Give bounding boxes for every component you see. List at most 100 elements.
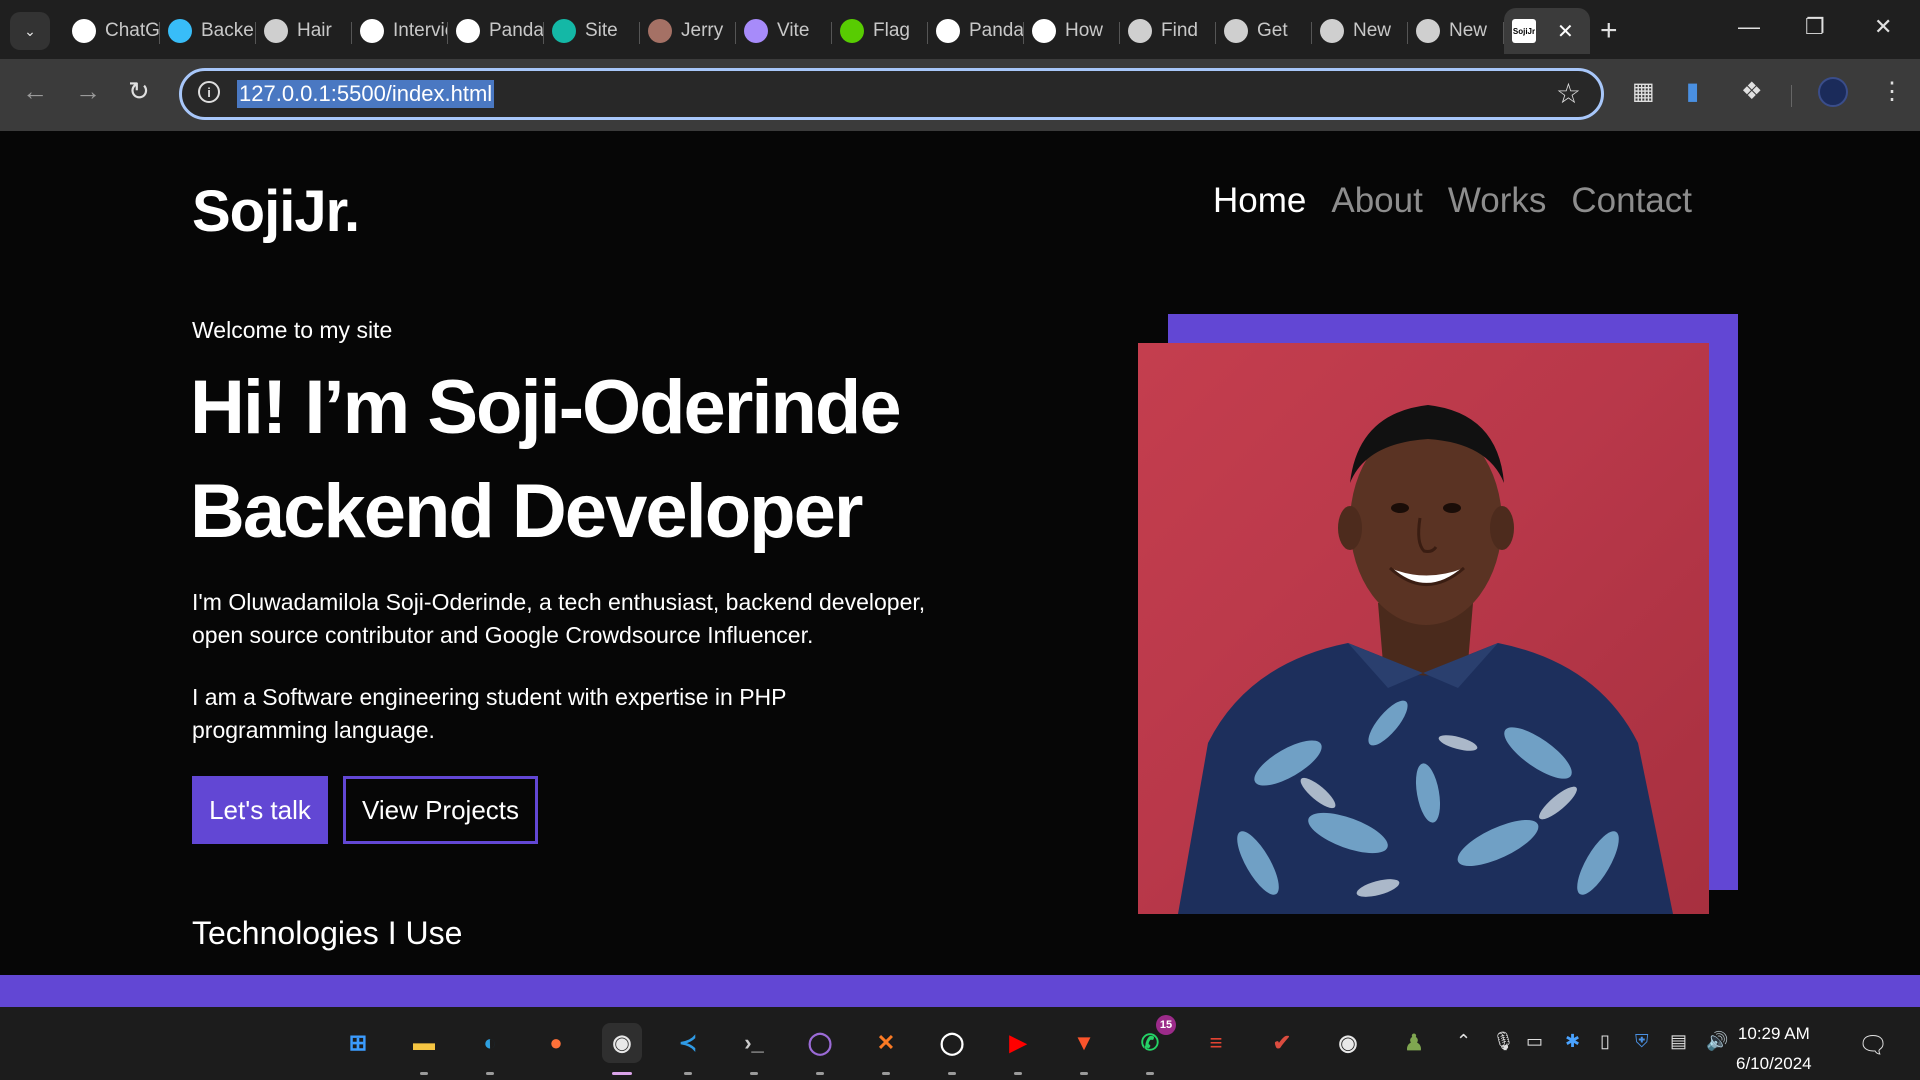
chrome-alt-icon[interactable]: ◉ [1328,1023,1368,1063]
menu-dots-icon[interactable]: ⋮ [1880,77,1904,106]
new-tab-button[interactable]: + [1600,14,1618,48]
github-desktop-icon[interactable]: ◯ [800,1023,840,1075]
reload-icon[interactable]: ↻ [128,76,150,107]
browser-tab[interactable]: Panda [928,8,1024,54]
medium-m-icon [360,19,384,43]
tab-title: Hair [297,20,332,41]
view-projects-button[interactable]: View Projects [343,776,538,844]
windows-start-icon[interactable]: ⊞ [338,1023,378,1063]
tasks-icon[interactable]: ✔ [1262,1023,1302,1063]
volume-icon[interactable]: 🔊 [1706,1031,1728,1052]
chevron-down-icon: ⌄ [24,22,36,39]
tab-title: ChatGPT [105,20,160,41]
intro-paragraph: I'm Oluwadamilola Soji-Oderinde, a tech … [192,589,926,648]
back-icon[interactable]: ← [22,76,48,107]
tab-close-icon[interactable]: ✕ [1557,19,1574,44]
running-indicator [1014,1072,1022,1075]
app-glyph: ♟ [1404,1030,1424,1055]
browser-tab[interactable]: New [1312,8,1408,54]
tab-title: How [1065,20,1104,41]
usb-icon[interactable]: ▯ [1600,1031,1610,1052]
app-glyph: ▶ [1009,1030,1027,1055]
brave-icon[interactable]: ▼ [1064,1023,1104,1075]
student-paragraph: I am a Software engineering student with… [192,684,787,743]
bluetooth-icon[interactable]: ✱ [1565,1031,1580,1052]
site-logo[interactable]: SojiJr. [192,178,360,245]
notification-badge: 15 [1156,1015,1176,1035]
photo-icon [648,19,672,43]
network-icon[interactable]: ▤ [1670,1031,1687,1052]
microphone-icon[interactable]: 🎙 [1492,1031,1515,1052]
reading-list-icon[interactable]: ▮ [1686,77,1699,106]
todoist-icon[interactable]: ≡ [1196,1023,1236,1063]
lets-talk-button[interactable]: Let's talk [192,776,328,844]
browser-tab[interactable]: New [1408,8,1504,54]
openai-icon [72,19,96,43]
browser-tab[interactable]: How [1024,8,1120,54]
browser-tab[interactable]: Backend [160,8,256,54]
browser-tab[interactable]: Panda [448,8,544,54]
accent-stripe [0,975,1920,1007]
tab-title: Panda [969,20,1024,41]
browser-tab[interactable]: Hair [256,8,352,54]
browser-tab[interactable]: Flag [832,8,928,54]
running-indicator [1146,1072,1154,1075]
browser-tab[interactable]: Vite [736,8,832,54]
github-icon[interactable]: ◯ [932,1023,972,1075]
browser-tab[interactable]: Find [1120,8,1216,54]
security-shield-icon[interactable]: ⛨ [1635,1031,1649,1052]
terminal-icon[interactable]: ›_ [734,1023,774,1075]
minimize-button[interactable]: — [1738,14,1760,40]
edge-icon[interactable]: ◐ [470,1023,510,1075]
notifications-icon[interactable]: 🗨 [1858,1031,1888,1060]
toolbar-divider [1791,85,1792,107]
globe-icon [264,19,288,43]
restore-button[interactable]: ❐ [1805,14,1825,40]
running-indicator [882,1072,890,1075]
tab-strip: ⌄ ChatGPT Backend Hair Interview Panda Site Je… [0,0,1920,59]
medium-icon [1032,19,1056,43]
url-text[interactable]: 127.0.0.1:5500/index.html [237,80,495,108]
youtube-icon[interactable]: ▶ [998,1023,1038,1075]
system-clock[interactable]: 10:29 AM 6/10/2024 [1736,1019,1812,1079]
forward-icon[interactable]: → [75,76,101,107]
chrome-icon[interactable]: ◉ [602,1023,642,1075]
display-icon[interactable]: ▭ [1526,1031,1543,1052]
tailwind-icon [168,19,192,43]
window-close-button[interactable]: ✕ [1874,14,1892,40]
app-glyph: ≺ [678,1030,698,1055]
panda-icon [456,19,480,43]
file-explorer-icon[interactable]: ▬ [404,1023,444,1075]
chess-icon[interactable]: ♟ [1394,1023,1434,1063]
whatsapp-icon[interactable]: ✆ 15 [1130,1015,1176,1075]
chevron-up-icon[interactable]: ⌃ [1456,1031,1471,1052]
vscode-icon[interactable]: ≺ [668,1023,708,1075]
running-indicator [816,1072,824,1075]
app-glyph: ◐ [483,1030,497,1055]
bookmark-star-icon[interactable]: ☆ [1556,77,1581,110]
app-glyph: ● [549,1030,563,1055]
tab-title: Panda [489,20,544,41]
qr-code-icon[interactable]: ▦ [1632,77,1655,106]
tab-list: ChatGPT Backend Hair Interview Panda Site Jerr… [64,8,1590,56]
site-favicon: SojiJr [1512,19,1536,43]
nav-contact[interactable]: Contact [1571,181,1692,221]
browser-tab[interactable]: Jerry [640,8,736,54]
nav-about[interactable]: About [1331,181,1422,221]
browser-tab[interactable]: Get [1216,8,1312,54]
tab-title: Jerry [681,20,724,41]
nav-home[interactable]: Home [1213,181,1306,221]
active-browser-tab[interactable]: SojiJr ✕ [1504,8,1590,54]
address-bar[interactable]: i 127.0.0.1:5500/index.html ☆ [179,68,1604,120]
tab-search-button[interactable]: ⌄ [10,12,50,50]
nav-works[interactable]: Works [1448,181,1547,221]
browser-tab[interactable]: Interview [352,8,448,54]
firefox-icon[interactable]: ● [536,1023,576,1063]
extensions-icon[interactable]: ❖ [1741,77,1763,106]
browser-tab[interactable]: Site [544,8,640,54]
app-glyph: ◯ [807,1030,833,1055]
profile-avatar[interactable] [1818,77,1848,107]
browser-tab[interactable]: ChatGPT [64,8,160,54]
xampp-icon[interactable]: ✕ [866,1023,906,1075]
site-info-icon[interactable]: i [198,81,220,103]
